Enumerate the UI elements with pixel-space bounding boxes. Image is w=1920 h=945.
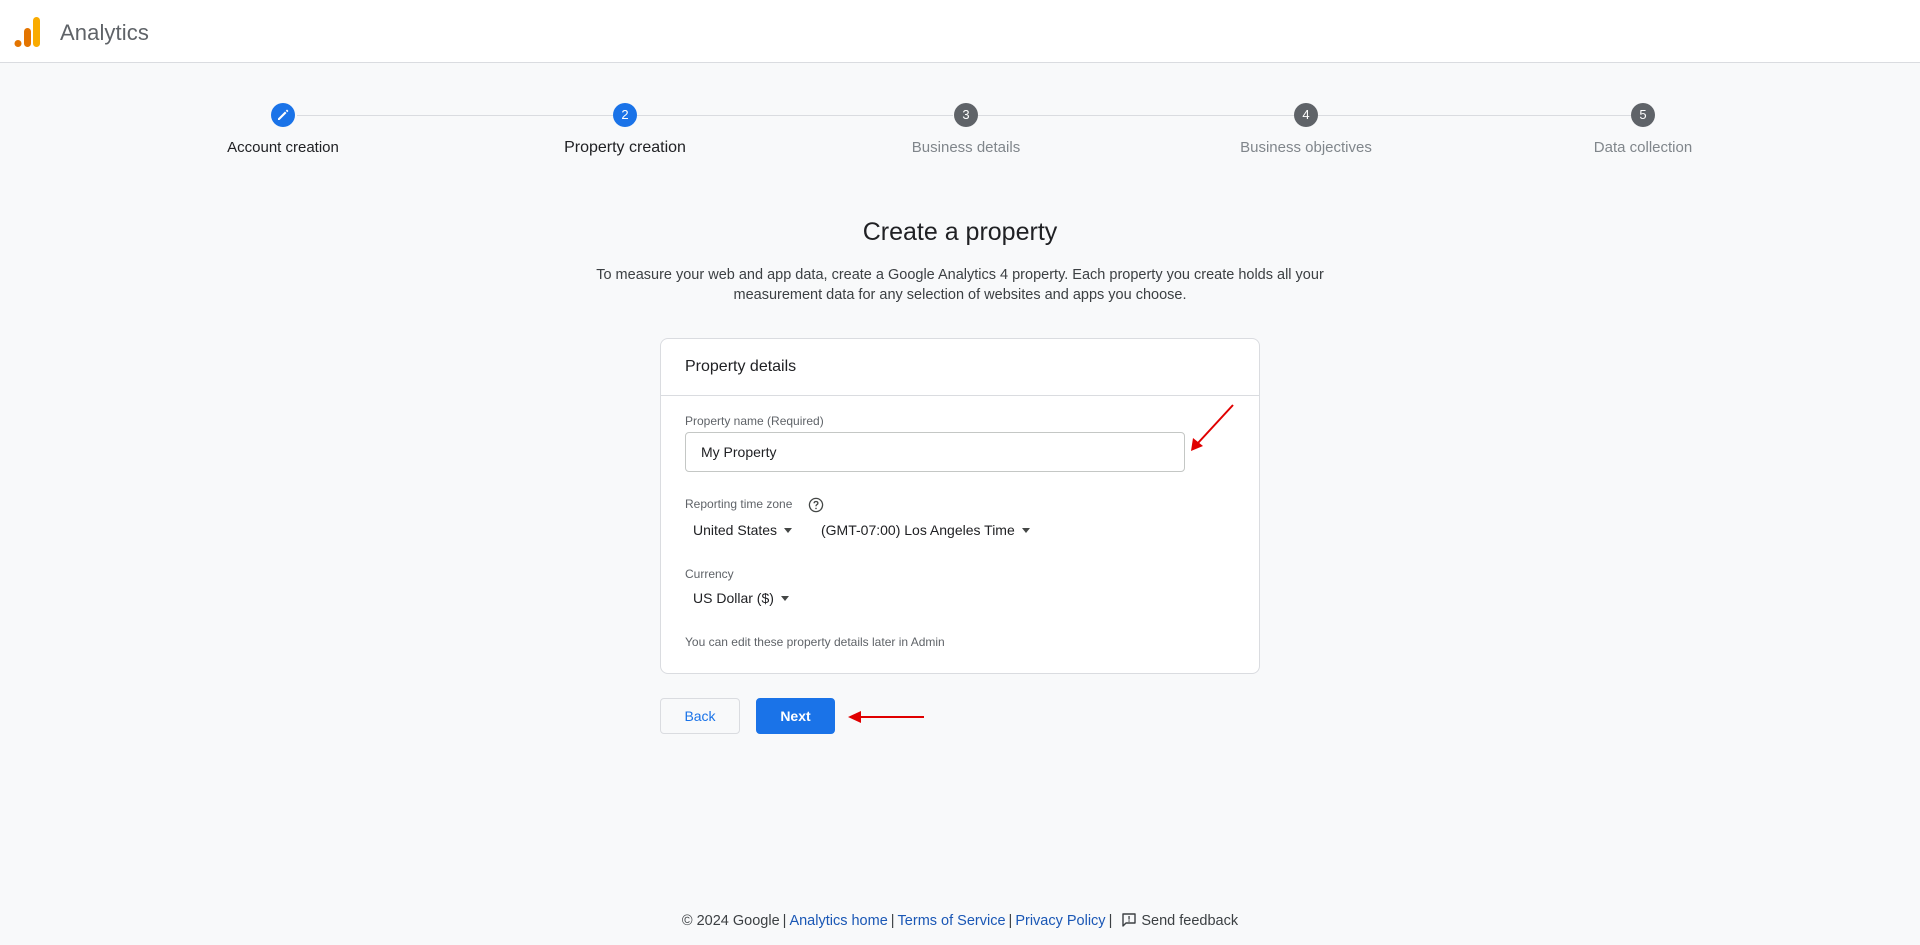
step-number: 3 [954, 103, 978, 127]
terms-of-service-link[interactable]: Terms of Service [898, 913, 1006, 929]
footer: © 2024 Google | Analytics home | Terms of Se… [0, 912, 1920, 929]
currency-label: Currency [685, 567, 734, 581]
help-circle-icon[interactable] [808, 497, 824, 513]
page-subtitle: To measure your web and app data, create… [560, 265, 1360, 305]
property-name-input[interactable] [685, 432, 1185, 472]
feedback-icon [1122, 913, 1137, 927]
step-number: 4 [1294, 103, 1318, 127]
step-business-objectives: 4 Business objectives [1186, 103, 1426, 156]
footer-separator: | [782, 913, 787, 929]
progress-stepper: Account creation 2 Property creation 3 B… [0, 0, 1920, 180]
property-name-label: Property name (Required) [685, 414, 824, 428]
country-value: United States [693, 522, 778, 538]
step-label: Business details [911, 139, 1021, 156]
subtitle-line: measurement data for any selection of we… [733, 287, 1187, 303]
send-feedback-label: Send feedback [1141, 913, 1239, 929]
privacy-policy-link[interactable]: Privacy Policy [1015, 913, 1105, 929]
step-property-creation: 2 Property creation [505, 103, 745, 157]
caret-down-icon [1021, 527, 1030, 533]
footer-separator: | [1008, 913, 1013, 929]
caret-down-icon [784, 527, 793, 533]
step-label: Account creation [227, 139, 339, 156]
step-number: 5 [1631, 103, 1655, 127]
step-label: Property creation [564, 139, 686, 156]
card-header: Property details [661, 339, 1259, 396]
currency-dropdown[interactable]: US Dollar ($) [693, 590, 789, 606]
footer-separator: | [1108, 913, 1113, 929]
currency-value: US Dollar ($) [693, 590, 774, 606]
next-button[interactable]: Next [756, 698, 835, 734]
pencil-icon [278, 109, 289, 120]
annotation-arrow-next [848, 711, 924, 723]
step-label: Business objectives [1240, 139, 1372, 156]
analytics-home-link[interactable]: Analytics home [789, 913, 887, 929]
copyright: © 2024 Google [681, 913, 780, 929]
country-dropdown[interactable]: United States [693, 522, 793, 538]
property-details-card: Property details Property name (Required… [660, 338, 1260, 674]
timezone-dropdown[interactable]: (GMT-07:00) Los Angeles Time [821, 522, 1030, 538]
timezone-label: Reporting time zone [685, 497, 793, 511]
step-circle-done [271, 103, 295, 127]
footer-separator: | [890, 913, 895, 929]
page-title: Create a property [862, 218, 1058, 246]
step-account-creation: Account creation [163, 103, 403, 156]
edit-later-note: You can edit these property details late… [685, 635, 945, 649]
caret-down-icon [780, 595, 789, 601]
step-number: 2 [613, 103, 637, 127]
send-feedback-button[interactable]: Send feedback [1115, 913, 1238, 929]
back-button[interactable]: Back [660, 698, 740, 734]
step-business-details: 3 Business details [846, 103, 1086, 156]
step-label: Data collection [1593, 139, 1693, 156]
subtitle-line: To measure your web and app data, create… [596, 267, 1324, 283]
timezone-value: (GMT-07:00) Los Angeles Time [821, 522, 1015, 538]
step-data-collection: 5 Data collection [1523, 103, 1763, 156]
